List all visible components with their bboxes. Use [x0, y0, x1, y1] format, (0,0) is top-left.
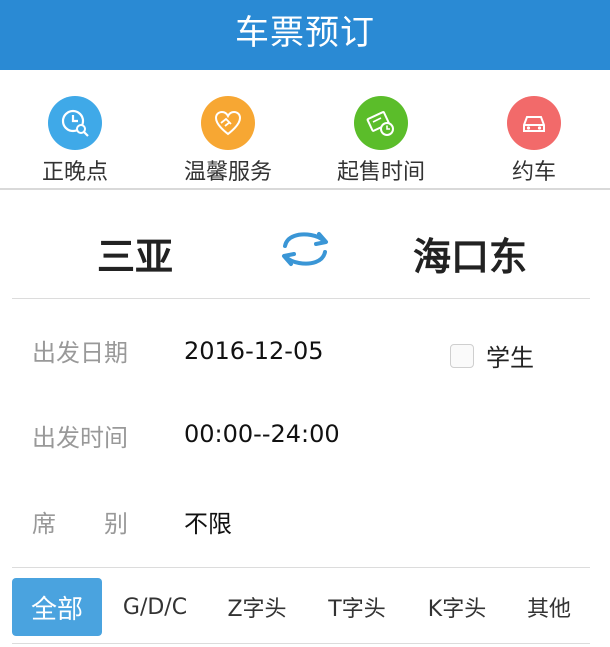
student-checkbox[interactable]	[450, 343, 474, 368]
quick-action-sale-time[interactable]: 起售时间	[311, 96, 451, 186]
quick-action-label: 正晚点	[41, 160, 108, 185]
filter-k[interactable]: K字头	[412, 578, 502, 636]
ticket-clock-icon	[354, 96, 408, 150]
departure-date-label: 出发日期	[32, 339, 128, 367]
quick-action-service[interactable]: 温馨服务	[158, 96, 298, 186]
swap-arrows-icon[interactable]	[277, 228, 333, 270]
to-station[interactable]: 海口东	[413, 226, 527, 281]
departure-time-label: 出发时间	[32, 424, 128, 452]
handshake-heart-icon	[201, 96, 255, 150]
seat-row[interactable]: 席 别 不限	[0, 496, 610, 556]
filter-all[interactable]: 全部	[12, 578, 102, 636]
student-toggle[interactable]: 学生	[450, 338, 534, 373]
station-selector: 三亚 海口东	[0, 190, 610, 298]
quick-action-car[interactable]: 约车	[464, 96, 604, 186]
departure-time-row[interactable]: 出发时间 00:00--24:00	[0, 410, 610, 470]
page-title: 车票预订	[235, 12, 375, 53]
student-label: 学生	[486, 344, 534, 372]
departure-date-value[interactable]: 2016-12-05	[184, 337, 323, 365]
divider	[12, 643, 590, 644]
train-type-filter-bar: 全部 G/D/C Z字头 T字头 K字头 其他	[0, 568, 610, 643]
from-station[interactable]: 三亚	[97, 226, 173, 281]
clock-search-icon	[48, 96, 102, 150]
quick-action-label: 温馨服务	[183, 160, 272, 185]
filter-t[interactable]: T字头	[312, 578, 402, 636]
quick-action-delay[interactable]: 正晚点	[5, 96, 145, 186]
quick-actions-bar: 正晚点 温馨服务 起售时间 约车	[0, 70, 610, 188]
divider	[12, 298, 590, 299]
filter-gdc[interactable]: G/D/C	[112, 578, 198, 636]
quick-action-label: 约车	[511, 160, 556, 185]
departure-time-value[interactable]: 00:00--24:00	[184, 420, 340, 448]
seat-label: 席 别	[32, 510, 128, 538]
quick-action-label: 起售时间	[336, 160, 425, 185]
seat-value[interactable]: 不限	[184, 504, 232, 539]
filter-other[interactable]: 其他	[508, 578, 590, 636]
car-icon	[507, 96, 561, 150]
filter-z[interactable]: Z字头	[212, 578, 302, 636]
app-header: 车票预订	[0, 0, 610, 70]
